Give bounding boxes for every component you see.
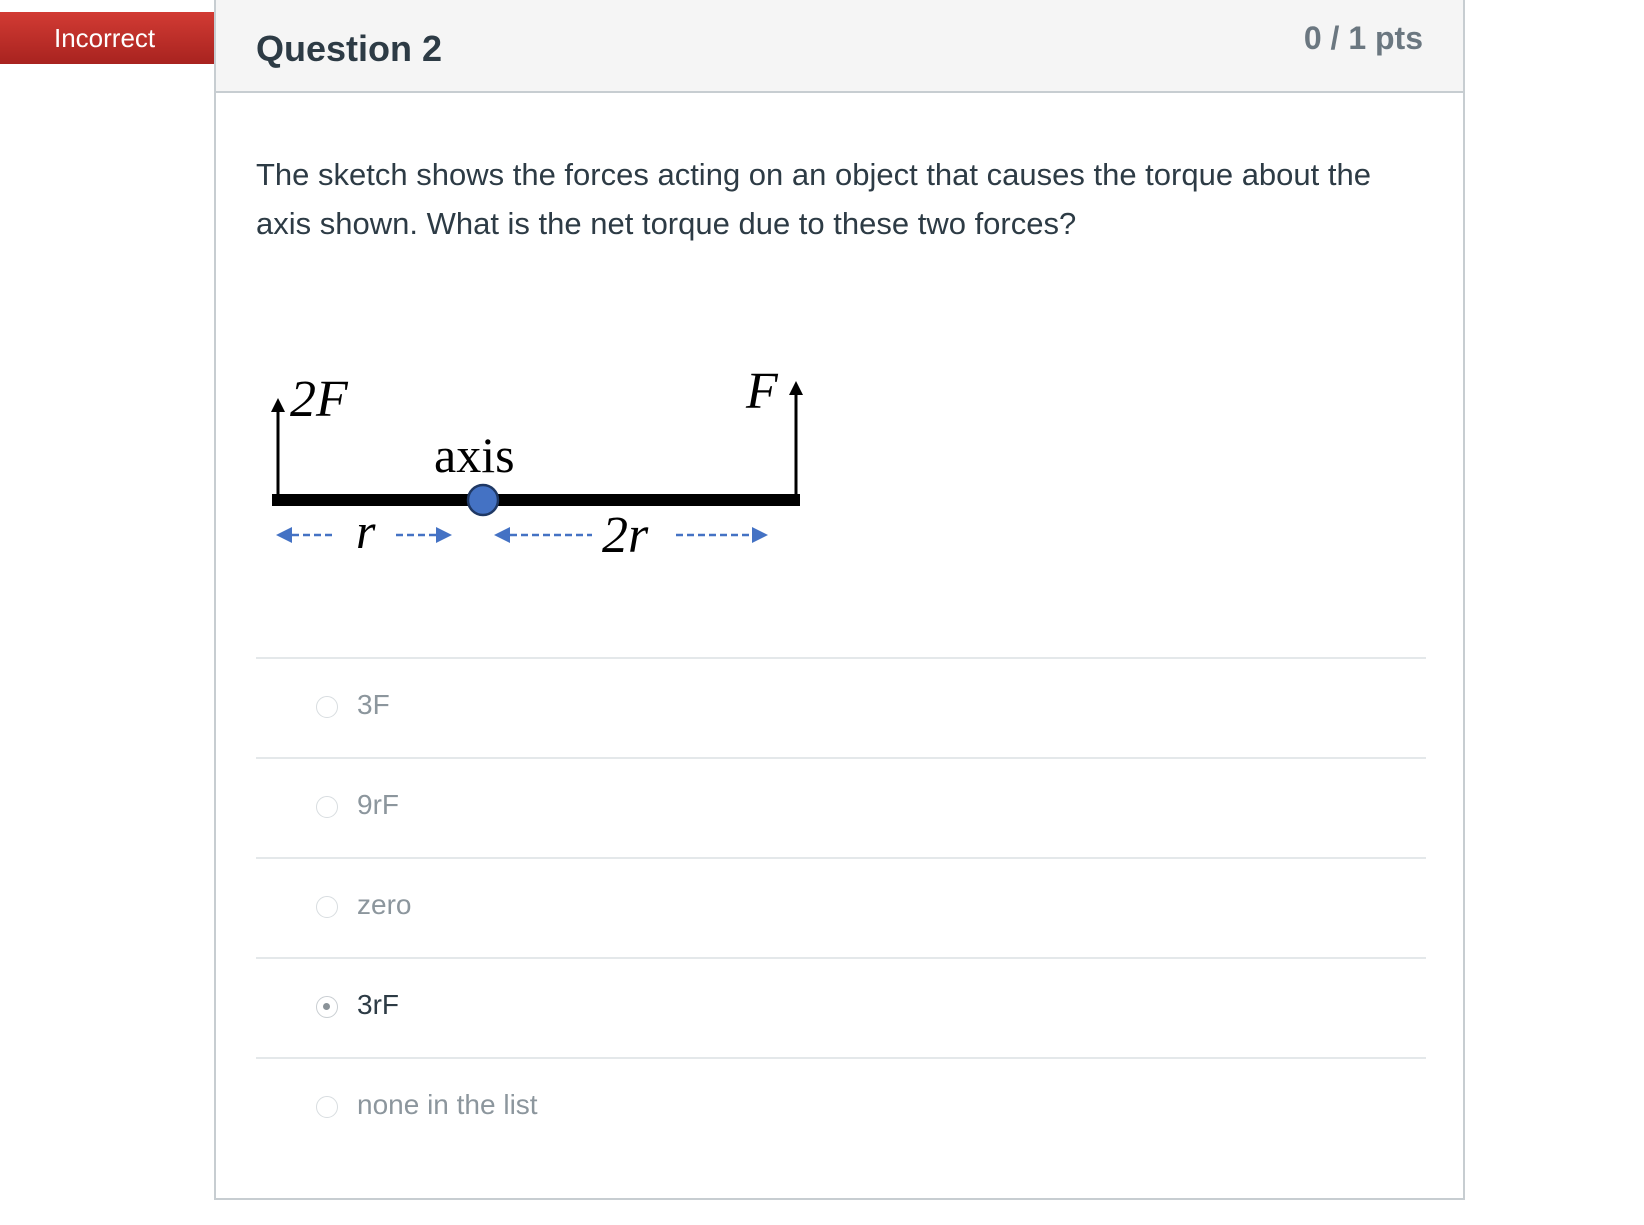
answer-radio-9rf[interactable] [316,796,338,818]
answer-label: none in the list [357,1089,538,1120]
answer-list: 3F 9rF zero 3rF none in the list [256,657,1426,1157]
axis-label: axis [434,427,515,483]
left-dimension-arrowhead-right [436,527,452,543]
left-distance-label: r [356,503,376,559]
status-label: Incorrect [54,23,156,53]
right-dimension-arrowhead-left [494,527,510,543]
answer-label: 9rF [357,789,399,820]
right-dimension-arrowhead-right [752,527,768,543]
beam [272,494,800,506]
answer-label: 3F [357,689,390,720]
axis-pivot [466,483,500,517]
right-force-label: F [745,363,779,420]
answer-radio-zero[interactable] [316,896,338,918]
answer-option-zero[interactable]: zero [256,857,1426,957]
question-points: 0 / 1 pts [1303,20,1423,56]
right-distance-label: 2r [602,507,649,564]
torque-diagram: 2F F axis r 2r [256,360,856,580]
answer-option-3rf[interactable]: 3rF [256,957,1426,1057]
question-card: Question 2 0 / 1 pts The sketch shows th… [214,0,1465,1200]
question-header: Question 2 0 / 1 pts [216,0,1463,93]
question-text: The sketch shows the forces acting on an… [256,157,1371,241]
answer-radio-none[interactable] [316,1096,338,1118]
left-dimension-arrowhead-left [276,527,292,543]
answer-radio-3f[interactable] [316,696,338,718]
answer-option-3f[interactable]: 3F [256,657,1426,757]
left-force-arrowhead [271,398,285,412]
right-force-arrowhead [789,381,803,395]
answer-radio-3rf-selected[interactable] [316,996,338,1018]
answer-label: zero [357,889,412,920]
answer-label: 3rF [357,989,399,1020]
question-title: Question 2 [256,28,443,69]
incorrect-status-ribbon: Incorrect [0,12,232,64]
torque-diagram-svg: 2F F axis r 2r [271,363,803,564]
answer-option-9rf[interactable]: 9rF [256,757,1426,857]
answer-option-none[interactable]: none in the list [256,1057,1426,1157]
left-force-label: 2F [290,371,349,428]
